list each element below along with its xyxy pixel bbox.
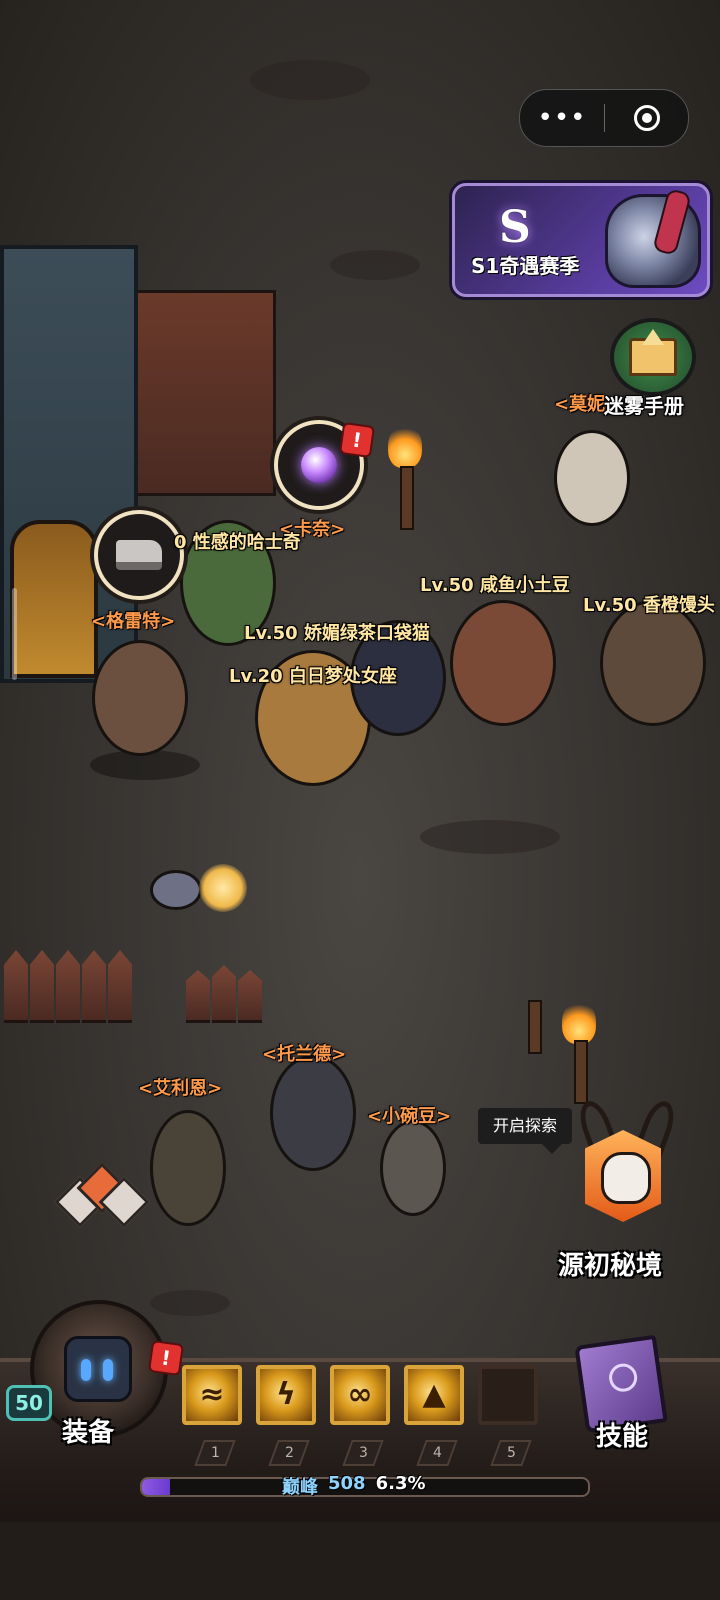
torch-post <box>574 1040 588 1104</box>
npc-name-ailien: <艾利恩> <box>138 1078 223 1099</box>
skill-slot-2[interactable]: ϟ <box>256 1365 316 1425</box>
fence-post <box>212 965 236 1023</box>
alert-badge-icon: ! <box>338 421 376 459</box>
npc-name-xiaowandou: <小碗豆> <box>367 1106 452 1127</box>
player-name-potato: Lv.50 咸鱼小土豆 <box>420 575 570 596</box>
player-name-husky: 0 性感的哈士奇 <box>174 532 301 553</box>
fence-post <box>108 950 132 1023</box>
npc-name-tuolande: <托兰德> <box>262 1044 347 1065</box>
experience-progress-text: 巅峰 508 6.3% <box>282 1473 426 1498</box>
npc-name-geleite: <格雷特> <box>91 611 176 632</box>
experience-progress-fill <box>142 1479 171 1495</box>
skill-label: 技能 <box>596 1422 649 1452</box>
fence-post <box>30 950 54 1023</box>
anvil-icon <box>116 540 162 570</box>
player-potato-sprite[interactable] <box>450 600 556 726</box>
book-emblem-icon <box>607 1361 639 1394</box>
skull-icon <box>601 1152 651 1204</box>
target-circle-icon <box>633 105 660 131</box>
skill-bar: ≈ ϟ ∞ ▲ <box>168 1355 552 1435</box>
fence-post <box>82 950 106 1023</box>
mini-program-capsule: ••• <box>519 89 689 147</box>
ground-crack <box>330 250 420 280</box>
season-banner[interactable]: S S1奇遇赛季 <box>452 183 710 297</box>
npc-ailien-sprite[interactable] <box>150 1110 226 1226</box>
npc-xiaowandou-sprite[interactable] <box>380 1120 446 1216</box>
rank-value: 508 <box>328 1473 366 1494</box>
season-logo: S <box>499 202 531 253</box>
player-name-orange-bun: Lv.50 香橙馒头 <box>583 595 715 616</box>
player-level-badge: 50 <box>6 1385 52 1421</box>
torch-fire-icon <box>388 424 422 468</box>
rank-label: 巅峰 <box>282 1477 318 1498</box>
torch-fire-icon <box>562 1000 596 1044</box>
equip-label: 装备 <box>62 1418 115 1448</box>
torch-post <box>400 466 414 530</box>
glowing-orb-pickup[interactable] <box>199 864 247 912</box>
skill-slot-4[interactable]: ▲ <box>404 1365 464 1425</box>
skill-slot-3[interactable]: ∞ <box>330 1365 390 1425</box>
torch-post <box>528 1000 542 1054</box>
scroll-indicator <box>12 588 17 680</box>
hero-helmet-icon <box>64 1336 132 1402</box>
pet-cat-sprite[interactable] <box>150 870 202 910</box>
hero-eye <box>103 1359 113 1381</box>
close-button[interactable] <box>605 105 688 131</box>
season-title: S1奇遇赛季 <box>471 254 580 278</box>
npc-geleite-sprite[interactable] <box>92 640 188 756</box>
lightning-burst-icon: ϟ <box>276 1377 296 1412</box>
progress-percent: 6.3% <box>375 1473 426 1494</box>
guide-book-button[interactable] <box>610 318 696 396</box>
magic-orb-icon <box>301 447 337 483</box>
ground-crack <box>250 60 370 100</box>
claw-swipe-icon: ∞ <box>347 1377 373 1412</box>
ground-crack <box>420 820 560 854</box>
ground-crack <box>150 1290 230 1316</box>
player-name-greentea: Lv.50 娇媚绿茶口袋猫 <box>244 623 430 644</box>
blacksmith-npc-button[interactable] <box>94 510 184 600</box>
more-dots-icon[interactable]: ••• <box>520 90 604 146</box>
fence-post <box>56 950 80 1023</box>
slash-wave-icon: ≈ <box>199 1377 225 1412</box>
demon-helm-icon: ▲ <box>422 1377 446 1412</box>
player-orange-bun-sprite[interactable] <box>600 600 706 726</box>
bottom-hud-base <box>0 1522 720 1600</box>
explore-bubble[interactable]: 开启探索 <box>478 1108 572 1154</box>
skill-slot-1[interactable]: ≈ <box>182 1365 242 1425</box>
guide-label: 迷雾手册 <box>604 394 684 418</box>
fence-post <box>238 970 262 1023</box>
npc-moni-sprite[interactable] <box>554 430 630 526</box>
skill-slot-5[interactable] <box>478 1365 538 1425</box>
origin-realm-button[interactable] <box>574 1096 680 1230</box>
house-door[interactable] <box>10 520 98 678</box>
fence-post <box>4 950 28 1023</box>
teleport-emblem-button[interactable] <box>54 1162 150 1232</box>
npc-name-moni: <莫妮 <box>554 394 606 415</box>
realm-label: 源初秘境 <box>558 1251 663 1281</box>
fence-post <box>186 970 210 1023</box>
hero-eye <box>81 1359 91 1381</box>
book-icon <box>629 329 677 376</box>
npc-tuolande-sprite[interactable] <box>270 1055 356 1171</box>
player-name-daydream: Lv.20 白日梦处女座 <box>229 666 397 687</box>
